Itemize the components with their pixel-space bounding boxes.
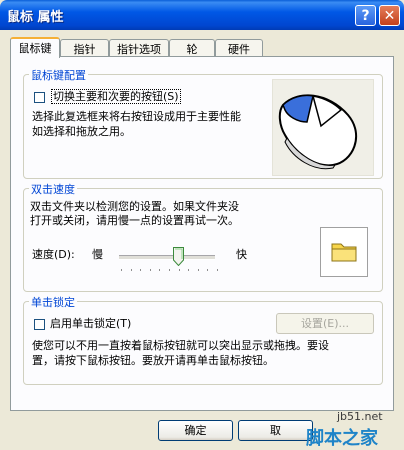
- slider-tick: [197, 269, 199, 271]
- click-lock-legend: 单击锁定: [29, 294, 77, 310]
- double-click-test-area[interactable]: [320, 227, 368, 277]
- click-lock-settings-button[interactable]: 设置(E)...: [276, 313, 374, 334]
- slider-tick: [207, 269, 209, 271]
- switch-buttons-label[interactable]: 切换主要和次要的按钮(S): [51, 89, 181, 104]
- slider-tick: [188, 269, 190, 271]
- slider-tick: [178, 269, 180, 271]
- mouse-icon: [278, 94, 358, 170]
- double-click-group: 双击速度 双击文件夹以检测您的设置。如果文件夹没 打开或关闭，请用慢一点的设置再…: [23, 181, 383, 292]
- folder-icon[interactable]: [321, 228, 367, 276]
- speed-slider-thumb[interactable]: [173, 247, 185, 267]
- cancel-button[interactable]: 取: [238, 420, 313, 441]
- slider-tick: [159, 269, 161, 271]
- slider-tick: [217, 269, 218, 271]
- double-click-legend: 双击速度: [29, 181, 77, 197]
- switch-buttons-label-text: 切换主要和次要的按钮(S): [51, 89, 181, 104]
- speed-slider-ticks: [121, 269, 218, 272]
- tab-pointer-options[interactable]: 指针选项: [109, 39, 169, 56]
- slider-tick: [140, 269, 142, 271]
- double-click-description-line1: 双击文件夹以检测您的设置。如果文件夹没: [30, 200, 239, 213]
- tab-pointers[interactable]: 指针: [60, 39, 109, 56]
- speed-slider-track[interactable]: [119, 255, 215, 260]
- button-config-legend: 鼠标键配置: [29, 67, 88, 83]
- mouse-properties-window: 鼠标 属性 ? ✕ 鼠标键 指针 指针选项 轮 硬件 鼠标键配置 切换主要和次要…: [0, 0, 404, 450]
- fast-label: 快: [236, 248, 247, 261]
- click-lock-description-line2: 置，请按下鼠标按钮。要放开请再单击鼠标按钮。: [32, 354, 274, 367]
- mouse-preview: [272, 79, 374, 176]
- watermark-logo-text: 脚本之家: [306, 428, 378, 449]
- slider-tick: [121, 269, 122, 271]
- window-title: 鼠标 属性: [7, 10, 64, 25]
- slider-tick: [130, 269, 132, 271]
- slider-tick: [169, 269, 170, 271]
- slow-label: 慢: [92, 248, 103, 261]
- click-lock-checkbox[interactable]: [34, 319, 45, 330]
- title-bar[interactable]: 鼠标 属性 ? ✕: [0, 0, 404, 30]
- ok-button[interactable]: 确定: [158, 420, 233, 441]
- watermark-url: jb51.net: [337, 410, 383, 423]
- button-config-group: 鼠标键配置 切换主要和次要的按钮(S) 选择此复选框来将右按钮设成用于主要性能 …: [23, 67, 383, 179]
- slider-tick: [149, 269, 151, 271]
- click-lock-label[interactable]: 启用单击锁定(T): [50, 316, 131, 331]
- switch-buttons-checkbox[interactable]: [34, 92, 45, 103]
- speed-label: 速度(D):: [32, 248, 75, 261]
- tab-wheel[interactable]: 轮: [169, 39, 215, 56]
- help-button[interactable]: ?: [355, 5, 376, 26]
- tab-panel: 鼠标键配置 切换主要和次要的按钮(S) 选择此复选框来将右按钮设成用于主要性能 …: [10, 56, 394, 411]
- button-config-description-line2: 如选择和拖放之用。: [32, 125, 131, 138]
- close-button[interactable]: ✕: [379, 5, 400, 26]
- tab-mouse-buttons[interactable]: 鼠标键: [10, 37, 60, 58]
- click-lock-description-line1: 使您可以不用一直按着鼠标按钮就可以突出显示或拖拽。要设: [32, 339, 329, 352]
- button-config-description-line1: 选择此复选框来将右按钮设成用于主要性能: [32, 110, 241, 123]
- click-lock-group: 单击锁定 启用单击锁定(T) 设置(E)... 使您可以不用一直按着鼠标按钮就可…: [23, 294, 383, 385]
- tab-hardware[interactable]: 硬件: [215, 39, 263, 56]
- double-click-description-line2: 打开或关闭，请用慢一点的设置再试一次。: [30, 214, 239, 227]
